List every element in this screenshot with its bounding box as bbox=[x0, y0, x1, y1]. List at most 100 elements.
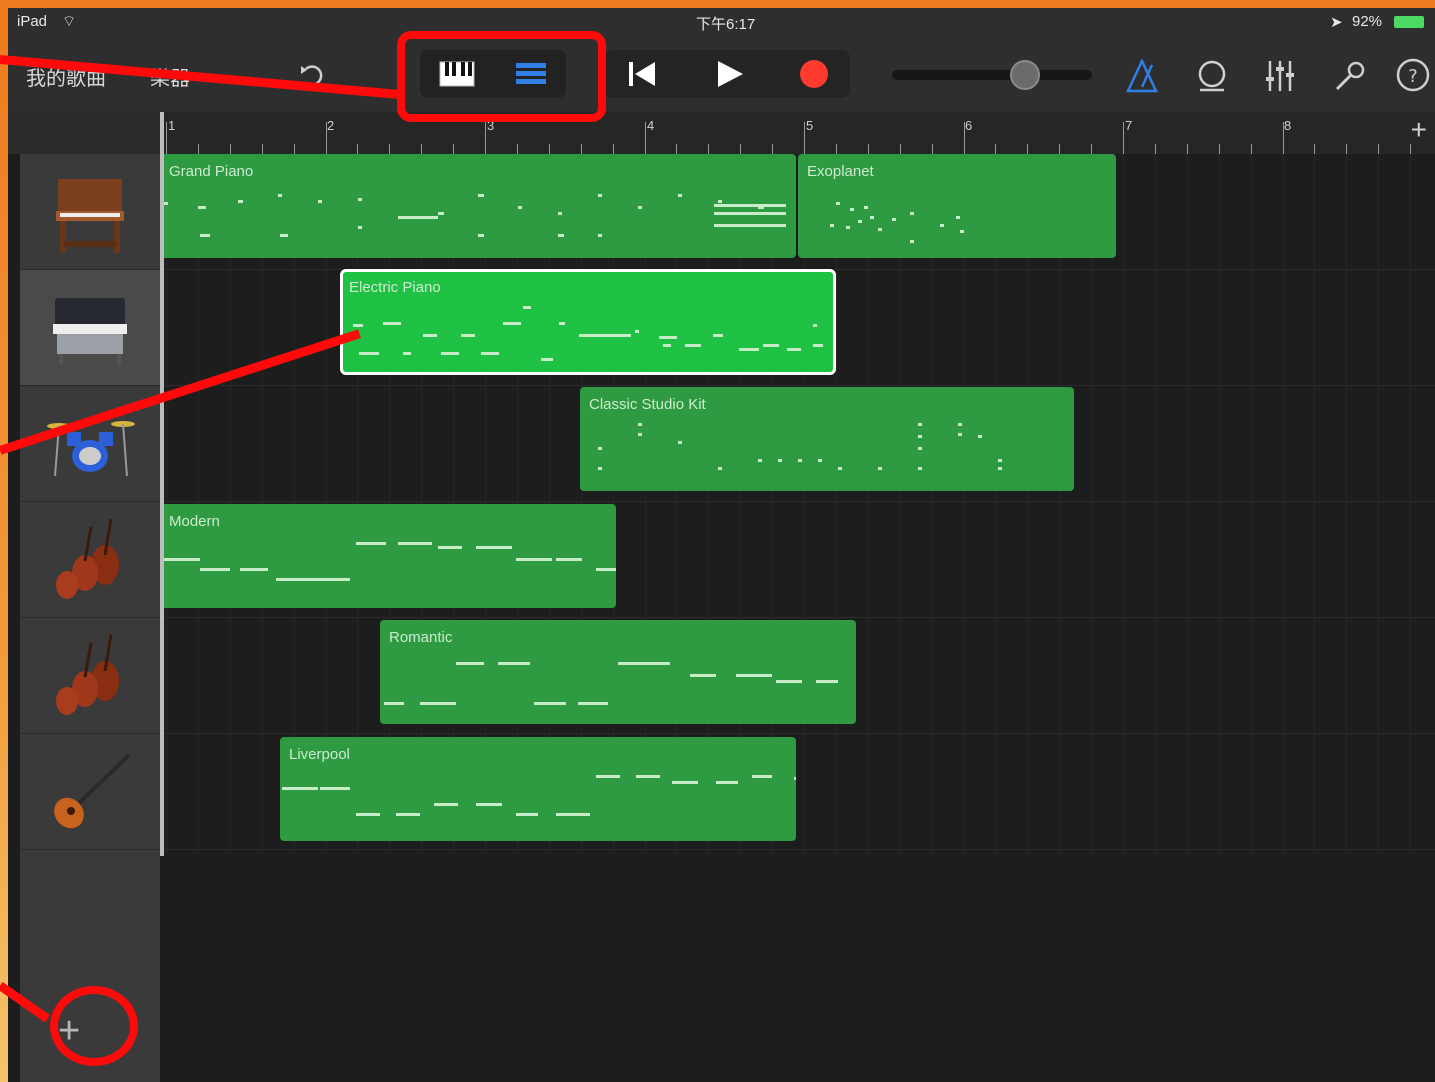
track-header-grand-piano[interactable] bbox=[20, 154, 160, 270]
settings-wrench-icon[interactable] bbox=[1330, 56, 1370, 96]
ruler-tick bbox=[1282, 122, 1284, 154]
bar-number: 5 bbox=[806, 118, 814, 133]
midi-note bbox=[200, 234, 210, 237]
ruler-tick bbox=[548, 144, 550, 154]
midi-note bbox=[910, 212, 914, 215]
bar-number: 6 bbox=[965, 118, 973, 133]
ruler-tick bbox=[166, 122, 167, 154]
midi-note bbox=[787, 348, 801, 351]
mixer-icon[interactable] bbox=[1260, 56, 1300, 96]
ruler-tick bbox=[357, 144, 359, 154]
midi-note bbox=[556, 813, 590, 816]
midi-note bbox=[958, 423, 962, 426]
grid-line bbox=[1091, 154, 1093, 854]
midi-note bbox=[618, 662, 670, 665]
grid-line bbox=[931, 154, 933, 854]
ruler-tick bbox=[708, 144, 710, 154]
bar-number: 4 bbox=[647, 118, 655, 133]
bar-number: 1 bbox=[168, 118, 176, 133]
battery-percent: 92% bbox=[1352, 13, 1383, 30]
midi-note bbox=[663, 344, 671, 347]
midi-note bbox=[598, 234, 602, 237]
midi-note bbox=[420, 702, 456, 705]
region-liverpool[interactable]: Liverpool bbox=[280, 737, 796, 841]
ruler-tick bbox=[1410, 144, 1412, 154]
midi-note bbox=[200, 568, 230, 571]
midi-note bbox=[383, 322, 401, 325]
midi-note bbox=[716, 781, 738, 784]
grid-line bbox=[835, 154, 837, 854]
midi-note bbox=[778, 459, 782, 462]
midi-note bbox=[714, 204, 786, 207]
midi-note bbox=[596, 775, 620, 778]
midi-note bbox=[714, 224, 786, 227]
track-header-strings-romantic[interactable] bbox=[20, 618, 160, 734]
ruler-tick bbox=[995, 144, 997, 154]
region-romantic[interactable]: Romantic bbox=[380, 620, 856, 724]
midi-note bbox=[498, 662, 530, 665]
ruler-tick bbox=[197, 144, 199, 154]
track-header-electric-piano[interactable] bbox=[20, 270, 160, 386]
volume-slider[interactable] bbox=[892, 70, 1092, 80]
track-header-bass[interactable] bbox=[20, 734, 160, 850]
midi-note bbox=[441, 352, 459, 355]
region-classic-studio-kit[interactable]: Classic Studio Kit bbox=[580, 387, 1074, 491]
midi-note bbox=[830, 224, 834, 227]
region-modern[interactable]: Modern bbox=[160, 504, 616, 608]
midi-note bbox=[752, 775, 772, 778]
wifi-icon: ⌔ bbox=[62, 13, 77, 30]
midi-note bbox=[280, 234, 288, 237]
ruler-tick bbox=[1378, 144, 1380, 154]
region-electric-piano[interactable]: Electric Piano bbox=[340, 269, 836, 375]
ruler-tick bbox=[293, 144, 295, 154]
grid-line bbox=[1346, 154, 1348, 854]
midi-note bbox=[838, 467, 842, 470]
volume-knob[interactable] bbox=[1010, 60, 1040, 90]
region-label: Romantic bbox=[389, 629, 453, 646]
annotation-view-switcher-box bbox=[397, 31, 606, 122]
midi-note bbox=[438, 212, 444, 215]
metronome-icon[interactable] bbox=[1122, 56, 1162, 96]
midi-note bbox=[598, 447, 602, 450]
playhead[interactable] bbox=[160, 112, 164, 856]
midi-note bbox=[503, 322, 521, 325]
help-icon[interactable]: ? bbox=[1394, 56, 1432, 94]
ruler-tick bbox=[325, 122, 327, 154]
midi-note bbox=[960, 230, 964, 233]
midi-note bbox=[356, 813, 380, 816]
midi-note bbox=[878, 228, 882, 231]
bass-guitar-icon bbox=[54, 753, 131, 828]
status-bar: iPad ⌔ 下午6:17 ➤ 92% bbox=[8, 8, 1435, 36]
grid-line bbox=[1027, 154, 1029, 854]
add-section-button[interactable]: + bbox=[1411, 114, 1427, 146]
midi-note bbox=[403, 352, 411, 355]
ruler-tick bbox=[261, 144, 263, 154]
midi-note bbox=[456, 662, 484, 665]
midi-note bbox=[282, 787, 318, 790]
region-grand-piano[interactable]: Grand Piano bbox=[160, 154, 796, 258]
ruler-tick bbox=[1059, 144, 1061, 154]
grid-line bbox=[1186, 154, 1188, 854]
battery-icon bbox=[1394, 16, 1424, 28]
timeline-ruler[interactable]: 1 2 3 4 5 6 7 8 + bbox=[160, 112, 1435, 154]
ruler-tick bbox=[1346, 144, 1348, 154]
bar-number: 8 bbox=[1284, 118, 1292, 133]
midi-note bbox=[359, 352, 379, 355]
play-icon[interactable] bbox=[708, 56, 752, 92]
midi-note bbox=[398, 216, 438, 219]
bar-number: 7 bbox=[1125, 118, 1133, 133]
record-icon[interactable] bbox=[794, 56, 834, 92]
loop-icon[interactable] bbox=[1192, 56, 1232, 96]
midi-note bbox=[918, 435, 922, 438]
ruler-tick bbox=[772, 144, 774, 154]
region-exoplanet[interactable]: Exoplanet bbox=[798, 154, 1116, 258]
track-header-strings-modern[interactable] bbox=[20, 502, 160, 618]
rewind-icon[interactable] bbox=[620, 56, 664, 92]
track-header-column: + bbox=[20, 154, 160, 1082]
midi-note bbox=[476, 546, 512, 549]
ruler-tick bbox=[835, 144, 837, 154]
grid-line bbox=[899, 154, 901, 854]
midi-note bbox=[776, 680, 802, 683]
midi-note bbox=[240, 568, 268, 571]
ruler-tick bbox=[644, 122, 646, 154]
